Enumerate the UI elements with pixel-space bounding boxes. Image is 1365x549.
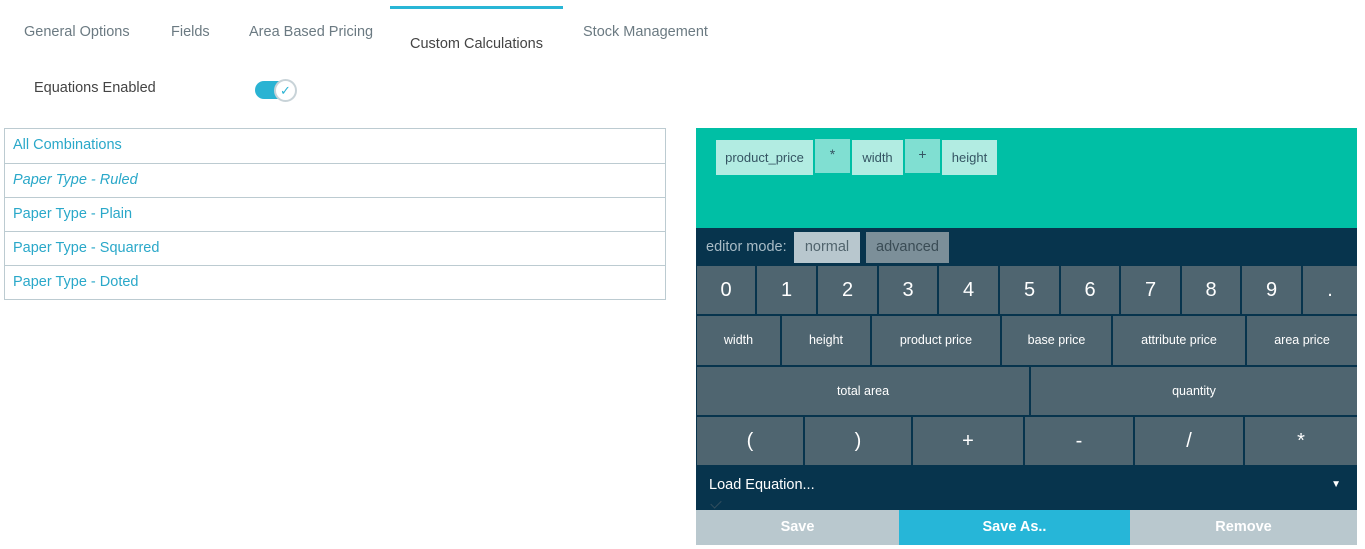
save-button[interactable]: Save — [696, 510, 899, 545]
formula-token-operator[interactable]: * — [815, 139, 850, 173]
tab-bar: General Options Fields Area Based Pricin… — [0, 0, 760, 60]
load-equation-select[interactable]: Load Equation... ▼ — [696, 467, 1357, 509]
editor-mode-label: editor mode: — [706, 239, 787, 255]
key-4[interactable]: 4 — [939, 266, 998, 314]
equations-enabled-label: Equations Enabled — [34, 80, 156, 96]
editor-mode-bar: editor mode: normal advanced — [696, 228, 1357, 268]
key-7[interactable]: 7 — [1121, 266, 1180, 314]
formula-area[interactable]: product_price * width + height — [696, 128, 1357, 228]
key-width[interactable]: width — [697, 316, 780, 365]
key-8[interactable]: 8 — [1182, 266, 1240, 314]
key-total-area[interactable]: total area — [697, 367, 1029, 415]
tab-general-options[interactable]: General Options — [24, 0, 130, 60]
key-open-paren[interactable]: ( — [697, 417, 803, 465]
remove-button[interactable]: Remove — [1130, 510, 1357, 545]
key-quantity[interactable]: quantity — [1031, 367, 1357, 415]
key-base-price[interactable]: base price — [1002, 316, 1111, 365]
key-close-paren[interactable]: ) — [805, 417, 911, 465]
key-0[interactable]: 0 — [697, 266, 755, 314]
mode-advanced-button[interactable]: advanced — [866, 232, 949, 263]
toggle-knob: ✓ — [274, 79, 297, 102]
mode-normal-button[interactable]: normal — [794, 232, 860, 263]
formula-token[interactable]: width — [852, 140, 903, 175]
key-multiply[interactable]: * — [1245, 417, 1357, 465]
combination-item-doted[interactable]: Paper Type - Doted — [5, 265, 665, 299]
key-5[interactable]: 5 — [1000, 266, 1059, 314]
combination-item-ruled[interactable]: Paper Type - Ruled — [5, 163, 665, 197]
combination-item-plain[interactable]: Paper Type - Plain — [5, 197, 665, 231]
key-6[interactable]: 6 — [1061, 266, 1119, 314]
key-divide[interactable]: / — [1135, 417, 1243, 465]
formula-token[interactable]: height — [942, 140, 997, 175]
check-icon: ✓ — [280, 83, 291, 98]
equations-enabled-toggle[interactable]: ✓ — [255, 79, 297, 102]
tab-stock-management[interactable]: Stock Management — [583, 0, 708, 60]
key-2[interactable]: 2 — [818, 266, 877, 314]
key-9[interactable]: 9 — [1242, 266, 1301, 314]
tab-area-based-pricing[interactable]: Area Based Pricing — [249, 0, 373, 60]
key-1[interactable]: 1 — [757, 266, 816, 314]
formula-token-operator[interactable]: + — [905, 139, 940, 173]
load-equation-placeholder: Load Equation... — [709, 477, 815, 493]
key-minus[interactable]: - — [1025, 417, 1133, 465]
key-product-price[interactable]: product price — [872, 316, 1000, 365]
key-attribute-price[interactable]: attribute price — [1113, 316, 1245, 365]
check-icon — [710, 497, 722, 509]
combination-item-all[interactable]: All Combinations — [5, 129, 665, 163]
combination-item-squarred[interactable]: Paper Type - Squarred — [5, 231, 665, 265]
caret-down-icon: ▼ — [1331, 479, 1341, 490]
key-decimal[interactable]: . — [1303, 266, 1357, 314]
save-as-button[interactable]: Save As.. — [899, 510, 1130, 545]
key-3[interactable]: 3 — [879, 266, 937, 314]
key-area-price[interactable]: area price — [1247, 316, 1357, 365]
tab-fields[interactable]: Fields — [171, 0, 210, 60]
tab-custom-calculations[interactable]: Custom Calculations — [390, 6, 563, 66]
formula-token[interactable]: product_price — [716, 140, 813, 175]
key-plus[interactable]: + — [913, 417, 1023, 465]
key-height[interactable]: height — [782, 316, 870, 365]
combinations-list: All Combinations Paper Type - Ruled Pape… — [4, 128, 666, 300]
